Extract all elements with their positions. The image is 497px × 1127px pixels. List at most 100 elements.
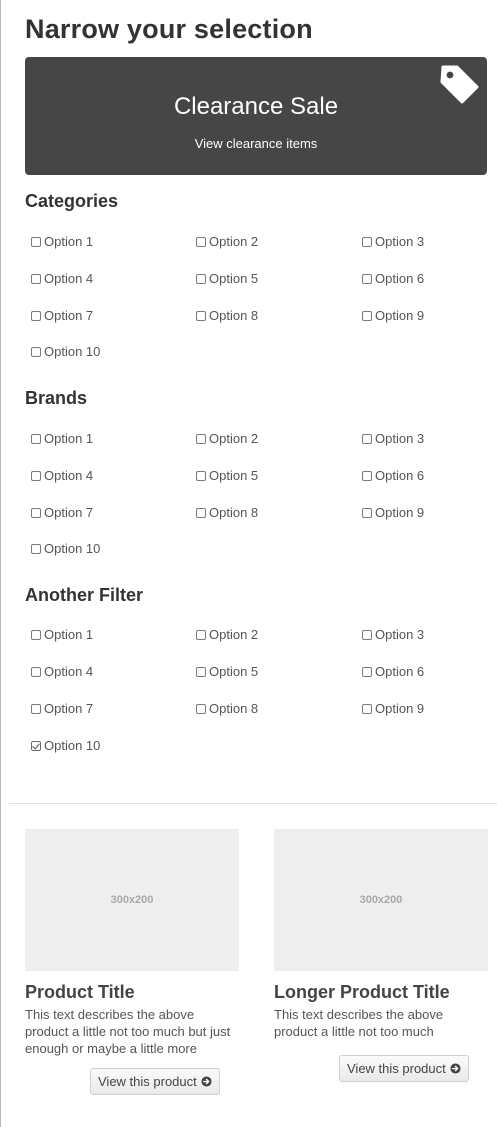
option-label: Option 2 bbox=[209, 627, 259, 642]
option-label: Option 6 bbox=[375, 271, 425, 286]
checkbox[interactable] bbox=[196, 310, 206, 321]
filter-option[interactable]: Option 5 bbox=[196, 664, 258, 679]
filter-option[interactable]: Option 3 bbox=[362, 627, 424, 642]
option-label: Option 2 bbox=[209, 234, 259, 249]
filter-option[interactable]: Option 7 bbox=[31, 308, 93, 323]
filter-option[interactable]: Option 10 bbox=[31, 738, 100, 753]
option-label: Option 8 bbox=[209, 505, 259, 520]
filter-option[interactable]: Option 5 bbox=[196, 468, 258, 483]
product-title: Longer Product Title bbox=[274, 982, 450, 1002]
checkbox[interactable] bbox=[196, 703, 206, 714]
option-label: Option 9 bbox=[375, 505, 425, 520]
view-product-button[interactable]: View this product bbox=[339, 1055, 469, 1082]
checkbox-checked[interactable] bbox=[31, 740, 41, 751]
checkbox[interactable] bbox=[196, 629, 206, 640]
option-label: Option 9 bbox=[375, 701, 425, 716]
checkbox[interactable] bbox=[362, 703, 372, 714]
option-label: Option 8 bbox=[209, 308, 259, 323]
option-label: Option 4 bbox=[44, 664, 94, 679]
filter-option[interactable]: Option 4 bbox=[31, 468, 93, 483]
option-label: Option 10 bbox=[44, 541, 101, 556]
option-label: Option 1 bbox=[44, 627, 94, 642]
filter-option[interactable]: Option 4 bbox=[31, 664, 93, 679]
product-image-placeholder: 300x200 bbox=[25, 829, 239, 971]
checkbox[interactable] bbox=[196, 433, 206, 444]
checkbox[interactable] bbox=[31, 236, 41, 247]
checkbox[interactable] bbox=[31, 433, 41, 444]
option-label: Option 3 bbox=[375, 234, 425, 249]
checkbox[interactable] bbox=[362, 470, 372, 481]
arrow-circle-right-icon bbox=[450, 1063, 461, 1074]
option-label: Option 7 bbox=[44, 308, 94, 323]
filter-option[interactable]: Option 8 bbox=[196, 505, 258, 520]
view-product-button[interactable]: View this product bbox=[90, 1068, 220, 1095]
checkbox[interactable] bbox=[31, 629, 41, 640]
checkbox[interactable] bbox=[362, 666, 372, 677]
checkbox[interactable] bbox=[31, 273, 41, 284]
filter-option[interactable]: Option 6 bbox=[362, 271, 424, 286]
filter-option[interactable]: Option 1 bbox=[31, 234, 93, 249]
checkbox[interactable] bbox=[31, 346, 41, 357]
view-product-label: View this product bbox=[98, 1074, 197, 1089]
checkbox[interactable] bbox=[31, 703, 41, 714]
option-label: Option 5 bbox=[209, 271, 259, 286]
filter-option[interactable]: Option 7 bbox=[31, 701, 93, 716]
product-description: This text describes the above product a … bbox=[274, 1007, 444, 1039]
filter-option[interactable]: Option 2 bbox=[196, 431, 258, 446]
checkbox[interactable] bbox=[362, 629, 372, 640]
option-label: Option 4 bbox=[44, 468, 94, 483]
page-title: Narrow your selection bbox=[25, 14, 313, 44]
filter-option[interactable]: Option 4 bbox=[31, 271, 93, 286]
checkbox[interactable] bbox=[196, 507, 206, 518]
clearance-banner[interactable]: Clearance Sale View clearance items bbox=[25, 57, 487, 175]
filter-option[interactable]: Option 6 bbox=[362, 664, 424, 679]
filter-option[interactable]: Option 10 bbox=[31, 541, 100, 556]
filter-option[interactable]: Option 6 bbox=[362, 468, 424, 483]
option-label: Option 9 bbox=[375, 308, 425, 323]
option-label: Option 6 bbox=[375, 664, 425, 679]
checkbox[interactable] bbox=[362, 273, 372, 284]
checkbox[interactable] bbox=[196, 470, 206, 481]
filter-option[interactable]: Option 5 bbox=[196, 271, 258, 286]
filter-option[interactable]: Option 10 bbox=[31, 344, 100, 359]
product-card: 300x200 Product Title This text describe… bbox=[25, 829, 239, 1057]
checkbox[interactable] bbox=[31, 666, 41, 677]
checkbox[interactable] bbox=[362, 310, 372, 321]
filter-option[interactable]: Option 8 bbox=[196, 308, 258, 323]
filter-option[interactable]: Option 7 bbox=[31, 505, 93, 520]
view-product-label: View this product bbox=[347, 1061, 446, 1076]
filter-option[interactable]: Option 9 bbox=[362, 308, 424, 323]
product-title: Product Title bbox=[25, 982, 135, 1002]
filter-option[interactable]: Option 3 bbox=[362, 234, 424, 249]
checkbox[interactable] bbox=[362, 433, 372, 444]
filter-option[interactable]: Option 2 bbox=[196, 234, 258, 249]
filter-option[interactable]: Option 1 bbox=[31, 431, 93, 446]
option-label: Option 3 bbox=[375, 627, 425, 642]
checkbox[interactable] bbox=[31, 310, 41, 321]
filter-group-title-brands: Brands bbox=[25, 388, 88, 408]
option-label: Option 8 bbox=[209, 701, 259, 716]
checkbox[interactable] bbox=[196, 273, 206, 284]
filter-option[interactable]: Option 9 bbox=[362, 505, 424, 520]
product-card: 300x200 Longer Product Title This text d… bbox=[274, 829, 488, 1040]
checkbox[interactable] bbox=[31, 507, 41, 518]
option-label: Option 10 bbox=[44, 344, 101, 359]
checkbox[interactable] bbox=[31, 543, 41, 554]
option-label: Option 5 bbox=[209, 468, 259, 483]
checkbox[interactable] bbox=[362, 507, 372, 518]
filter-option[interactable]: Option 8 bbox=[196, 701, 258, 716]
checkbox[interactable] bbox=[196, 236, 206, 247]
checkbox[interactable] bbox=[196, 666, 206, 677]
section-divider bbox=[9, 803, 497, 804]
filter-option[interactable]: Option 9 bbox=[362, 701, 424, 716]
filter-option[interactable]: Option 2 bbox=[196, 627, 258, 642]
option-label: Option 5 bbox=[209, 664, 259, 679]
banner-title: Clearance Sale bbox=[173, 93, 339, 120]
checkbox[interactable] bbox=[362, 236, 372, 247]
filter-group-title-categories: Categories bbox=[25, 191, 119, 211]
banner-link[interactable]: View clearance items bbox=[25, 136, 487, 151]
filter-option[interactable]: Option 3 bbox=[362, 431, 424, 446]
filter-option[interactable]: Option 1 bbox=[31, 627, 93, 642]
checkbox[interactable] bbox=[31, 470, 41, 481]
arrow-circle-right-icon bbox=[201, 1076, 212, 1087]
